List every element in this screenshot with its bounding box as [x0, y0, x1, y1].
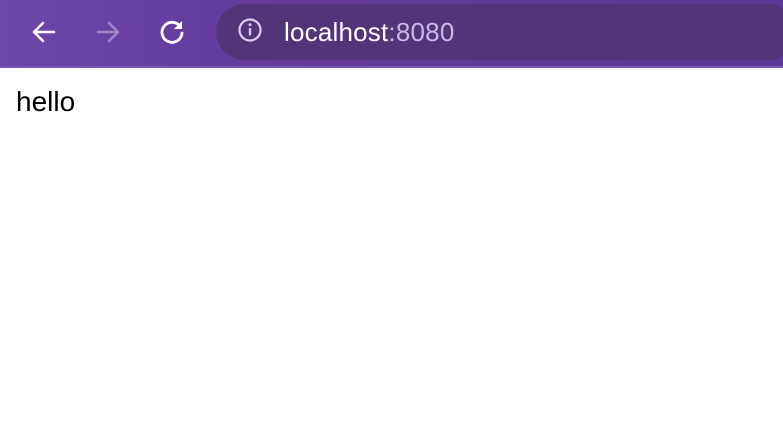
page-body-text: hello: [16, 86, 76, 117]
back-button[interactable]: [24, 12, 64, 52]
url-host: localhost: [284, 17, 389, 47]
url-text[interactable]: localhost:8080: [284, 17, 455, 47]
forward-button[interactable]: [88, 12, 128, 52]
reload-button[interactable]: [152, 12, 192, 52]
reload-icon: [158, 18, 186, 46]
info-circle-icon: [237, 17, 263, 48]
site-info-button[interactable]: [236, 17, 264, 48]
arrow-right-icon: [94, 18, 122, 46]
address-bar[interactable]: localhost:8080: [216, 4, 783, 60]
arrow-left-icon: [30, 18, 58, 46]
browser-toolbar: localhost:8080: [0, 0, 783, 68]
url-port: :8080: [388, 17, 455, 47]
